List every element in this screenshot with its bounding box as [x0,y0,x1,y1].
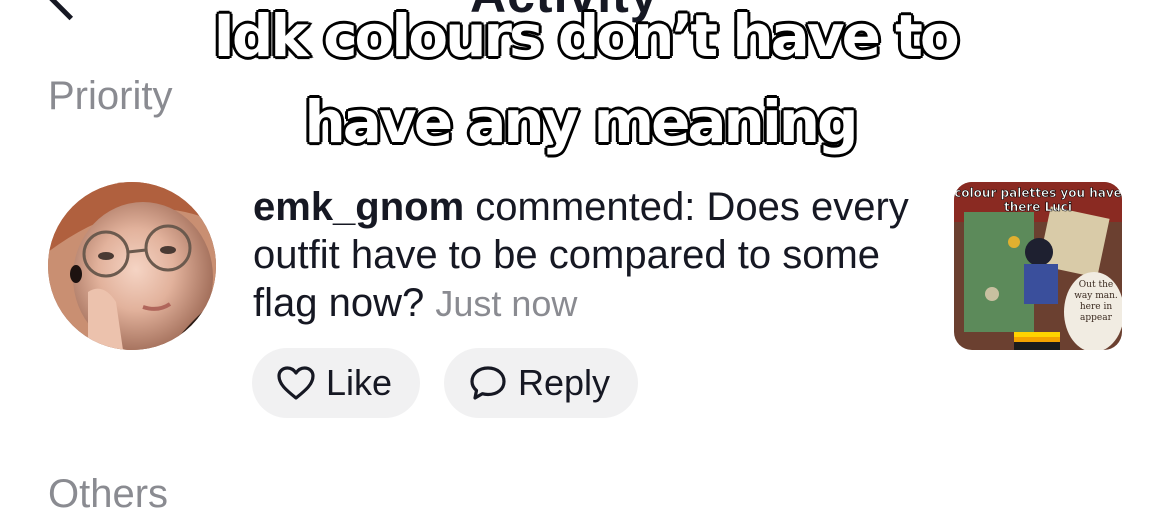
caption-line-2: have any meaning [303,88,860,156]
comment-username[interactable]: emk_gnom [253,185,464,229]
like-button[interactable]: Like [252,348,420,418]
heart-outline-icon [277,366,315,400]
thumbnail-speech-text: Out the way man. here in appear [1074,280,1118,323]
comment-timestamp: Just now [435,283,578,324]
avatar-image [48,182,216,350]
section-heading-others: Others [48,472,169,516]
comment-body[interactable]: emk_gnom commented: Does every outfit ha… [253,183,933,328]
avatar[interactable] [48,182,216,350]
like-label: Like [326,362,393,403]
thumbnail-caption: colour palettes you have there Luci [954,186,1122,215]
video-caption-overlay: Idk colours don’t have to have any meani… [0,0,1170,156]
reply-button[interactable]: Reply [444,348,638,418]
caption-line-1: Idk colours don’t have to [212,2,961,70]
speech-bubble-icon [470,366,506,400]
video-thumbnail[interactable]: colour palettes you have there Luci Out … [954,182,1122,350]
reply-label: Reply [518,362,611,403]
